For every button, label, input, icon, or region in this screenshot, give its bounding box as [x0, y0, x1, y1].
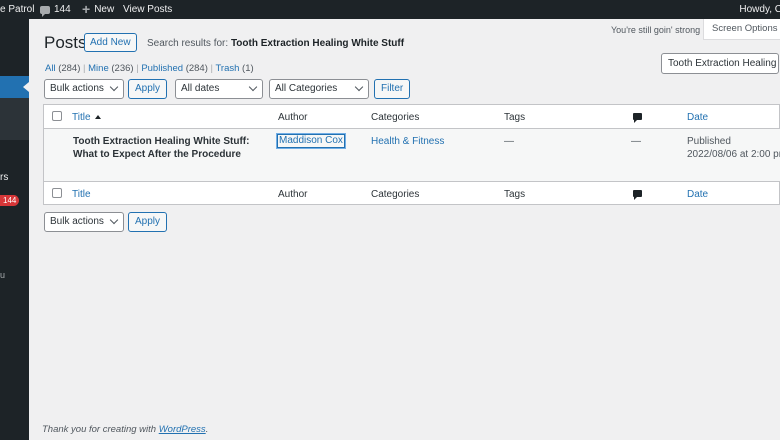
table-footer-row: Title Author Categories Tags Date	[44, 181, 780, 205]
column-title-label: Title	[72, 112, 91, 123]
select-all-checkbox-bottom[interactable]	[52, 188, 62, 198]
bulk-actions-select-bottom[interactable]: Bulk actions	[44, 212, 124, 232]
column-categories: Categories	[371, 112, 420, 123]
filter-published[interactable]: Published (284)	[141, 63, 208, 74]
dates-filter-select[interactable]: All dates	[175, 79, 263, 99]
apply-button-bottom[interactable]: Apply	[128, 212, 168, 232]
filter-trash[interactable]: Trash (1)	[215, 63, 253, 74]
page-title: Posts	[44, 33, 87, 52]
post-tags: —	[504, 136, 514, 147]
column-tags-bottom: Tags	[504, 189, 526, 200]
filter-mine[interactable]: Mine (236)	[88, 63, 133, 74]
bulk-actions-select-top[interactable]: Bulk actions	[44, 79, 124, 99]
comment-bubble-icon	[40, 5, 50, 17]
new-content-link[interactable]: + New	[82, 0, 114, 19]
column-title-sort-bottom[interactable]: Title	[72, 189, 91, 200]
admin-bar: e Patrol 144 + New View Posts Howdy, C	[0, 0, 780, 19]
comments-column-icon[interactable]	[633, 190, 642, 200]
plus-icon: +	[82, 1, 91, 17]
column-author: Author	[278, 112, 308, 123]
comments-count: 144	[54, 4, 71, 15]
post-date: 2022/08/06 at 2:00 pm	[687, 149, 780, 160]
comments-column-icon[interactable]	[633, 113, 642, 123]
admin-sidebar: rs 144 u	[0, 19, 29, 440]
filter-button[interactable]: Filter	[374, 79, 411, 99]
column-tags: Tags	[504, 112, 526, 123]
howdy-account-menu[interactable]: Howdy, C	[739, 0, 780, 19]
separator: |	[83, 63, 86, 74]
post-status: Published	[687, 136, 731, 147]
post-author-link[interactable]: Maddison Cox	[277, 134, 345, 148]
still-going-text: You're still goin' strong	[611, 25, 701, 35]
table-header-row: Title Author Categories Tags Date	[44, 105, 780, 129]
post-title-link[interactable]: Tooth Extraction Healing White Stuff: Wh…	[73, 135, 273, 161]
apply-button-top[interactable]: Apply	[128, 79, 168, 99]
column-date-sort[interactable]: Date	[687, 112, 708, 123]
dates-value: All dates	[181, 83, 220, 94]
sidebar-item-u[interactable]: u	[0, 270, 5, 280]
sort-up-icon	[94, 115, 101, 120]
separator: |	[136, 63, 139, 74]
screen-options-label: Screen Options	[712, 23, 778, 34]
sidebar-item-posts[interactable]	[0, 76, 29, 98]
admin-footer: Thank you for creating with WordPress.	[42, 424, 208, 435]
filter-all[interactable]: All (284)	[45, 63, 80, 74]
sidebar-item-users[interactable]: rs	[0, 172, 8, 183]
sidebar-update-badge: 144	[0, 195, 20, 206]
categories-filter-select[interactable]: All Categories	[269, 79, 369, 99]
footer-text: Thank you for creating with	[42, 424, 157, 435]
comments-link[interactable]: 144	[40, 0, 71, 19]
posts-table: Title Author Categories Tags Date Tooth …	[43, 104, 780, 205]
select-all-checkbox[interactable]	[52, 111, 62, 121]
categories-value: All Categories	[275, 83, 338, 94]
post-category-link[interactable]: Health & Fitness	[371, 136, 444, 147]
column-categories-bottom: Categories	[371, 189, 420, 200]
wordpress-link[interactable]: WordPress	[159, 424, 206, 435]
add-new-button[interactable]: Add New	[84, 33, 137, 52]
sidebar-submenu	[0, 98, 29, 140]
footer-period: .	[205, 424, 209, 435]
search-results-subtitle: Search results for: Tooth Extraction Hea…	[147, 38, 404, 49]
bulk-actions-value: Bulk actions	[50, 216, 104, 227]
column-date-sort-bottom[interactable]: Date	[687, 189, 708, 200]
search-results-term: Tooth Extraction Healing White Stuff	[230, 38, 405, 49]
screen-options-button[interactable]: Screen Options	[703, 19, 780, 40]
chevron-down-icon	[109, 215, 119, 225]
view-posts-link[interactable]: View Posts	[123, 0, 172, 19]
search-posts-input[interactable]: Tooth Extraction Healing	[661, 53, 779, 74]
table-row: Tooth Extraction Healing White Stuff: Wh…	[44, 129, 780, 181]
separator: |	[210, 63, 213, 74]
site-name-link[interactable]: e Patrol	[0, 0, 34, 19]
post-comments: —	[631, 136, 641, 147]
search-results-prefix: Search results for:	[147, 38, 229, 49]
chevron-down-icon	[109, 82, 119, 92]
chevron-down-icon	[354, 82, 364, 92]
chevron-down-icon	[248, 82, 258, 92]
new-label: New	[94, 4, 115, 15]
column-title-sort[interactable]: Title	[72, 112, 101, 123]
column-author-bottom: Author	[278, 189, 308, 200]
post-status-filters: All (284) | Mine (236) | Published (284)…	[45, 63, 254, 74]
bulk-actions-value: Bulk actions	[50, 83, 104, 94]
